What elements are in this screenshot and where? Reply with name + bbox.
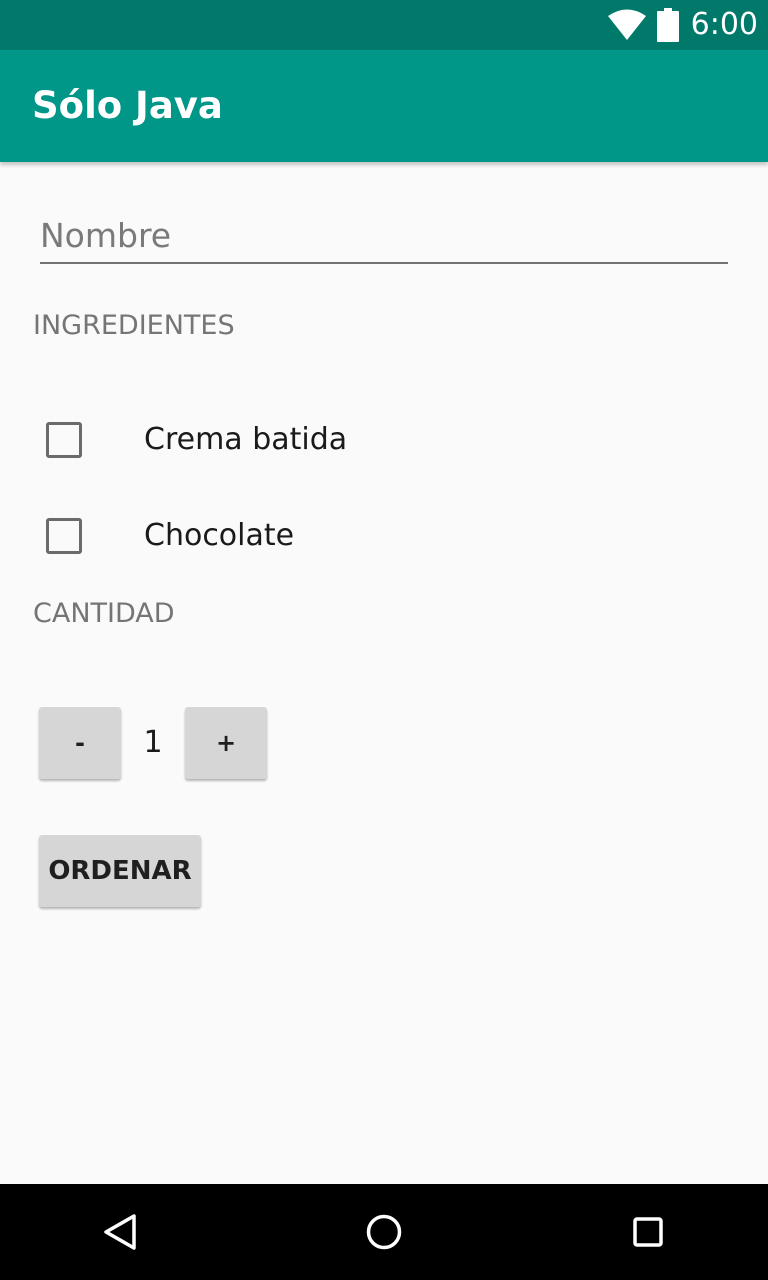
chocolate-checkbox[interactable] bbox=[46, 518, 82, 554]
app-title: Sólo Java bbox=[32, 84, 223, 127]
decrement-button[interactable]: - bbox=[39, 707, 121, 779]
back-button[interactable] bbox=[60, 1184, 180, 1280]
whipped-cream-label[interactable]: Crema batida bbox=[144, 420, 347, 460]
app-bar: Sólo Java bbox=[0, 50, 768, 162]
recents-icon bbox=[633, 1217, 663, 1247]
ingredients-heading: INGREDIENTES bbox=[33, 310, 235, 341]
whipped-cream-checkbox[interactable] bbox=[46, 422, 82, 458]
navigation-bar bbox=[0, 1184, 768, 1280]
chocolate-label[interactable]: Chocolate bbox=[144, 516, 294, 556]
status-bar: 6:00 bbox=[0, 0, 768, 50]
quantity-heading: CANTIDAD bbox=[33, 598, 175, 629]
ingredient-row-chocolate[interactable]: Chocolate bbox=[46, 516, 294, 556]
wifi-icon bbox=[607, 9, 646, 40]
increment-button[interactable]: + bbox=[185, 707, 267, 779]
back-icon bbox=[104, 1214, 136, 1250]
ingredient-row-whipped-cream[interactable]: Crema batida bbox=[46, 420, 347, 460]
order-button[interactable]: ORDENAR bbox=[39, 835, 201, 907]
home-icon bbox=[366, 1214, 402, 1250]
quantity-value: 1 bbox=[143, 725, 163, 760]
status-time: 6:00 bbox=[690, 7, 758, 42]
battery-icon bbox=[656, 8, 679, 42]
name-field[interactable] bbox=[40, 200, 728, 264]
status-icons: 6:00 bbox=[607, 0, 758, 50]
home-button[interactable] bbox=[324, 1184, 444, 1280]
recents-button[interactable] bbox=[588, 1184, 708, 1280]
name-input[interactable] bbox=[40, 212, 728, 258]
